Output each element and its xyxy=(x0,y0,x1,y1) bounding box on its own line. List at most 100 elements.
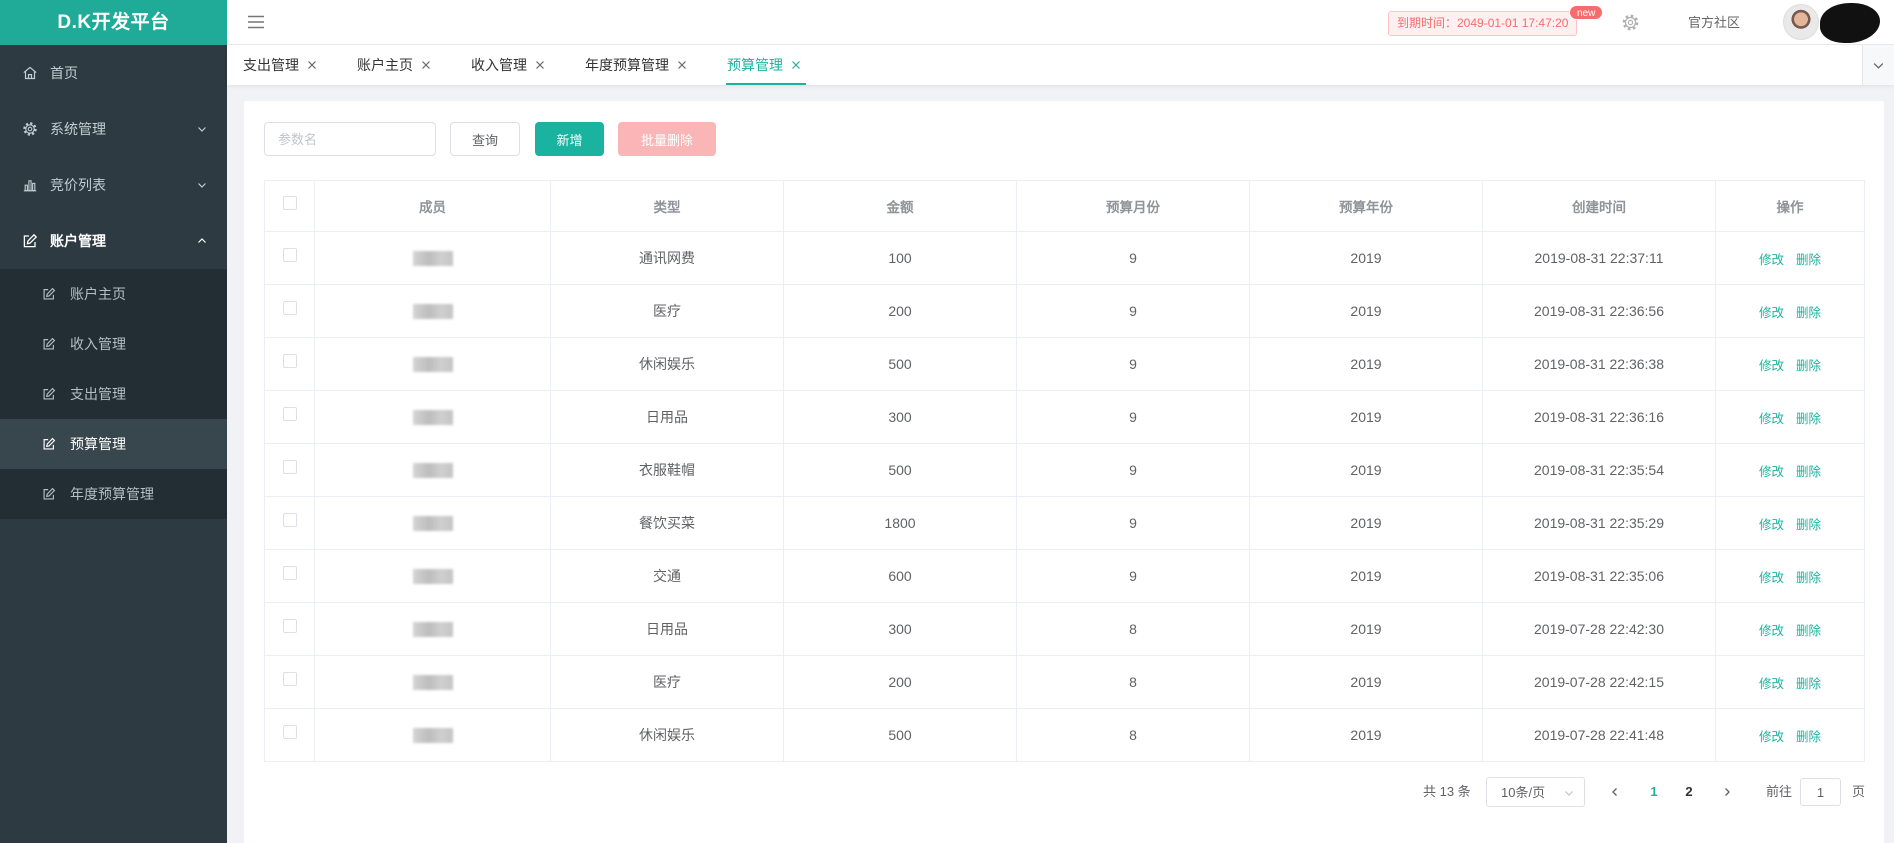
sidebar: D.K开发平台 首页 系统管理 竞价列表 账户管理 账户主页 收入管理 支出管理… xyxy=(0,0,227,843)
tab-budget[interactable]: 预算管理 xyxy=(726,45,806,85)
query-button[interactable]: 查询 xyxy=(450,122,520,156)
tabs-more-button[interactable] xyxy=(1862,45,1894,85)
row-checkbox[interactable] xyxy=(282,725,297,740)
close-icon[interactable] xyxy=(791,60,801,70)
sidebar-item-home[interactable]: 首页 xyxy=(0,45,227,101)
month-cell: 9 xyxy=(1016,549,1250,603)
add-button[interactable]: 新增 xyxy=(535,122,604,156)
type-cell: 日用品 xyxy=(550,602,784,656)
row-checkbox[interactable] xyxy=(282,301,297,316)
row-checkbox[interactable] xyxy=(282,513,297,528)
sidebar-item-label: 收入管理 xyxy=(70,336,126,352)
chevron-right-icon xyxy=(1725,788,1730,796)
month-cell: 8 xyxy=(1016,708,1250,762)
sidebar-item-budget[interactable]: 预算管理 xyxy=(0,419,227,469)
member-cell xyxy=(314,390,551,444)
edit-icon xyxy=(42,337,56,351)
next-page-button[interactable] xyxy=(1712,777,1742,807)
tab-expense[interactable]: 支出管理 xyxy=(243,45,317,85)
gear-icon[interactable] xyxy=(1621,13,1640,32)
edit-link[interactable]: 修改 xyxy=(1759,571,1784,585)
month-cell: 9 xyxy=(1016,337,1250,391)
page-size-select[interactable]: 10条/页 xyxy=(1486,777,1585,807)
delete-link[interactable]: 删除 xyxy=(1796,730,1821,744)
tab-list: 支出管理 账户主页 收入管理 年度预算管理 预算管理 xyxy=(243,45,841,85)
row-checkbox[interactable] xyxy=(282,619,297,634)
row-checkbox[interactable] xyxy=(282,354,297,369)
delete-link[interactable]: 删除 xyxy=(1796,571,1821,585)
edit-icon xyxy=(42,387,56,401)
sidebar-item-account[interactable]: 账户管理 xyxy=(0,213,227,269)
delete-link[interactable]: 删除 xyxy=(1796,306,1821,320)
goto-page-input[interactable] xyxy=(1800,778,1841,806)
edit-link[interactable]: 修改 xyxy=(1759,306,1784,320)
row-checkbox[interactable] xyxy=(282,248,297,263)
created-time-cell: 2019-08-31 22:37:11 xyxy=(1482,231,1716,285)
hamburger-icon[interactable] xyxy=(247,15,265,29)
edit-link[interactable]: 修改 xyxy=(1759,465,1784,479)
sidebar-item-system[interactable]: 系统管理 xyxy=(0,101,227,157)
row-checkbox[interactable] xyxy=(282,407,297,422)
edit-link[interactable]: 修改 xyxy=(1759,624,1784,638)
year-cell: 2019 xyxy=(1249,390,1483,444)
goto-label: 前往 xyxy=(1766,784,1793,799)
table-row: 衣服鞋帽 500 9 2019 2019-08-31 22:35:54 修改 删除 xyxy=(264,443,1865,497)
page-suffix: 页 xyxy=(1852,784,1866,799)
community-link[interactable]: 官方社区 xyxy=(1688,0,1740,45)
header-checkbox-cell xyxy=(264,180,315,232)
search-input[interactable] xyxy=(264,122,436,156)
edit-link[interactable]: 修改 xyxy=(1759,730,1784,744)
amount-cell: 100 xyxy=(783,231,1017,285)
tab-account-home[interactable]: 账户主页 xyxy=(357,45,431,85)
sidebar-item-bidding[interactable]: 竞价列表 xyxy=(0,157,227,213)
member-cell xyxy=(314,708,551,762)
delete-link[interactable]: 删除 xyxy=(1796,518,1821,532)
close-icon[interactable] xyxy=(307,60,317,70)
select-all-checkbox[interactable] xyxy=(282,195,297,210)
amount-cell: 1800 xyxy=(783,496,1017,550)
edit-link[interactable]: 修改 xyxy=(1759,518,1784,532)
close-icon[interactable] xyxy=(677,60,687,70)
sidebar-item-account-home[interactable]: 账户主页 xyxy=(0,269,227,319)
close-icon[interactable] xyxy=(535,60,545,70)
app-logo[interactable]: D.K开发平台 xyxy=(0,0,227,45)
delete-link[interactable]: 删除 xyxy=(1796,412,1821,426)
close-icon[interactable] xyxy=(421,60,431,70)
edit-link[interactable]: 修改 xyxy=(1759,359,1784,373)
edit-link[interactable]: 修改 xyxy=(1759,677,1784,691)
page-button-1[interactable]: 1 xyxy=(1639,777,1669,807)
page-size-value: 10条/页 xyxy=(1501,785,1546,800)
sidebar-item-income[interactable]: 收入管理 xyxy=(0,319,227,369)
delete-link[interactable]: 删除 xyxy=(1796,359,1821,373)
tab-income[interactable]: 收入管理 xyxy=(471,45,545,85)
year-cell: 2019 xyxy=(1249,443,1483,497)
tab-annual-budget[interactable]: 年度预算管理 xyxy=(585,45,687,85)
row-checkbox-cell xyxy=(264,337,315,391)
edit-link[interactable]: 修改 xyxy=(1759,412,1784,426)
row-checkbox-cell xyxy=(264,602,315,656)
row-checkbox[interactable] xyxy=(282,672,297,687)
actions-cell: 修改 删除 xyxy=(1715,284,1865,338)
row-checkbox-cell xyxy=(264,390,315,444)
year-cell: 2019 xyxy=(1249,337,1483,391)
edit-link[interactable]: 修改 xyxy=(1759,253,1784,267)
prev-page-button[interactable] xyxy=(1600,777,1630,807)
table-header-row: 成员 类型 金额 预算月份 预算年份 创建时间 操作 xyxy=(264,180,1865,232)
amount-cell: 300 xyxy=(783,602,1017,656)
table-row: 餐饮买菜 1800 9 2019 2019-08-31 22:35:29 修改删… xyxy=(264,496,1865,550)
delete-link[interactable]: 删除 xyxy=(1796,677,1821,691)
row-checkbox[interactable] xyxy=(282,460,297,475)
member-cell xyxy=(314,337,551,391)
delete-link[interactable]: 删除 xyxy=(1796,465,1821,479)
month-cell: 9 xyxy=(1016,496,1250,550)
page-button-2[interactable]: 2 xyxy=(1674,777,1704,807)
delete-link[interactable]: 删除 xyxy=(1796,624,1821,638)
type-cell: 休闲娱乐 xyxy=(550,708,784,762)
avatar[interactable] xyxy=(1783,4,1819,40)
batch-delete-button[interactable]: 批量删除 xyxy=(618,122,716,156)
amount-cell: 200 xyxy=(783,655,1017,709)
row-checkbox[interactable] xyxy=(282,566,297,581)
sidebar-item-expense[interactable]: 支出管理 xyxy=(0,369,227,419)
delete-link[interactable]: 删除 xyxy=(1796,253,1821,267)
sidebar-item-annual-budget[interactable]: 年度预算管理 xyxy=(0,469,227,519)
